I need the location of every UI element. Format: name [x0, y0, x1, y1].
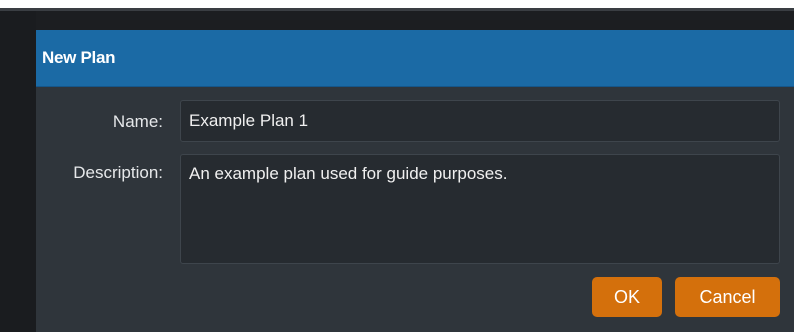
- window-top-divider: [0, 8, 794, 11]
- ok-button[interactable]: OK: [592, 277, 662, 317]
- window-top-edge: [0, 0, 794, 8]
- background-gutter: [0, 11, 36, 332]
- name-field[interactable]: Example Plan 1: [180, 100, 780, 142]
- dialog-titlebar: New Plan: [36, 30, 794, 87]
- new-plan-dialog: New Plan Name: Example Plan 1 Descriptio…: [36, 30, 794, 332]
- dialog-title: New Plan: [42, 48, 116, 67]
- description-field[interactable]: An example plan used for guide purposes.: [180, 154, 780, 264]
- cancel-button[interactable]: Cancel: [675, 277, 780, 317]
- name-label: Name:: [112, 112, 163, 131]
- description-label: Description:: [73, 163, 163, 182]
